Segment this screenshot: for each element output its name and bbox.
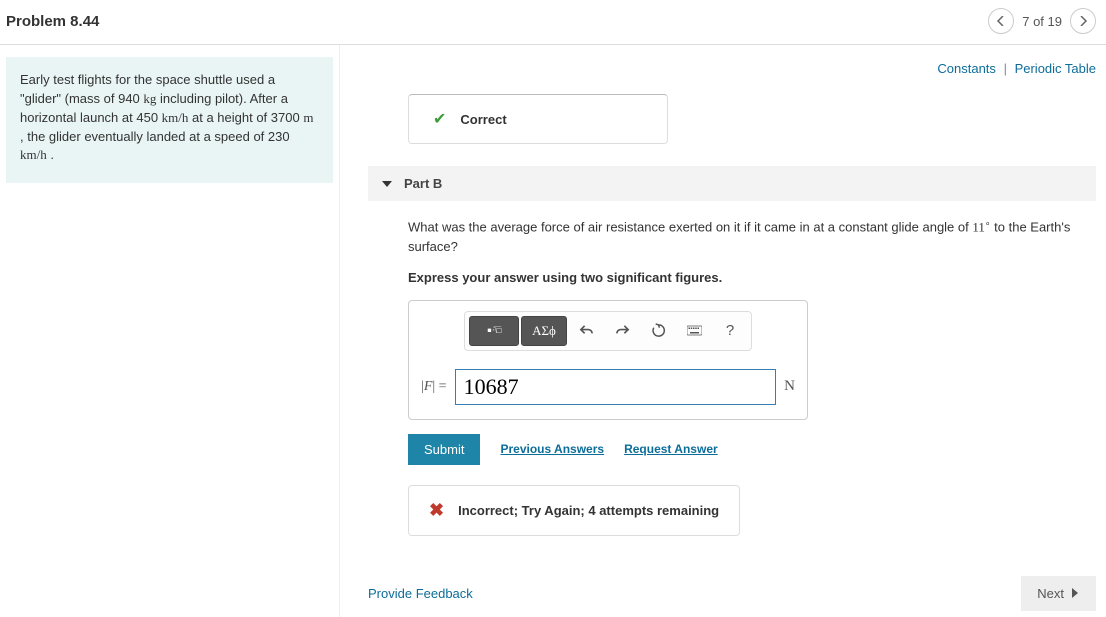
greek-button[interactable]: ΑΣϕ	[521, 316, 567, 346]
redo-button[interactable]	[605, 316, 639, 346]
question-text: What was the average force of air resist…	[408, 217, 1096, 256]
correct-label: Correct	[460, 112, 506, 127]
caret-down-icon	[382, 181, 392, 187]
undo-icon	[579, 323, 594, 338]
variable-label: |F| =	[421, 379, 447, 395]
unit-m: m	[303, 110, 313, 125]
previous-answers-link[interactable]: Previous Answers	[500, 442, 604, 456]
prev-problem-button[interactable]	[988, 8, 1014, 34]
incorrect-label: Incorrect; Try Again; 4 attempts remaini…	[458, 503, 719, 518]
nav-group: 7 of 19	[988, 8, 1096, 34]
page-counter: 7 of 19	[1022, 14, 1062, 29]
input-row: |F| = N	[409, 361, 807, 419]
unit-label: N	[784, 378, 795, 395]
problem-text: at a height of 3700	[188, 110, 303, 125]
submit-button[interactable]: Submit	[408, 434, 480, 465]
page-title: Problem 8.44	[6, 13, 99, 30]
angle-value: 11	[972, 219, 985, 234]
part-b-label: Part B	[404, 176, 442, 191]
svg-text:x: x	[492, 328, 494, 332]
equation-toolbar: x ΑΣϕ	[464, 311, 752, 351]
next-label: Next	[1037, 586, 1064, 601]
toolbar-row: x ΑΣϕ	[409, 301, 807, 361]
provide-feedback-link[interactable]: Provide Feedback	[368, 586, 473, 601]
chevron-right-icon	[1070, 588, 1080, 598]
question-fragment: What was the average force of air resist…	[408, 219, 972, 234]
answer-input[interactable]	[455, 369, 777, 405]
main: Early test flights for the space shuttle…	[0, 45, 1106, 617]
unit-kmh: km/h	[20, 147, 47, 162]
periodic-table-link[interactable]: Periodic Table	[1015, 61, 1096, 76]
next-button[interactable]: Next	[1021, 576, 1096, 611]
instruction-text: Express your answer using two significan…	[408, 268, 1096, 288]
template-icon: x	[487, 323, 502, 338]
problem-text: , the glider eventually landed at a spee…	[20, 129, 290, 144]
redo-icon	[615, 323, 630, 338]
check-icon: ✔	[433, 109, 446, 129]
chevron-left-icon	[996, 16, 1006, 26]
undo-button[interactable]	[569, 316, 603, 346]
keyboard-button[interactable]	[677, 316, 711, 346]
part-b-body: What was the average force of air resist…	[368, 201, 1096, 536]
part-a-status: ✔ Correct	[408, 94, 668, 144]
header: Problem 8.44 7 of 19	[0, 0, 1106, 45]
answer-box: x ΑΣϕ	[408, 300, 808, 420]
chevron-right-icon	[1078, 16, 1088, 26]
reset-button[interactable]	[641, 316, 675, 346]
action-row: Submit Previous Answers Request Answer	[408, 434, 1096, 465]
part-b-header[interactable]: Part B	[368, 166, 1096, 201]
help-button[interactable]: ?	[713, 316, 747, 346]
templates-button[interactable]: x	[469, 316, 519, 346]
footer: Provide Feedback Next	[368, 576, 1096, 617]
reference-links: Constants | Periodic Table	[368, 55, 1096, 94]
keyboard-icon	[687, 323, 702, 338]
separator: |	[1004, 61, 1007, 76]
request-answer-link[interactable]: Request Answer	[624, 442, 718, 456]
unit-kmh: km/h	[162, 110, 189, 125]
right-column: Constants | Periodic Table ✔ Correct Par…	[340, 45, 1106, 617]
reset-icon	[651, 323, 666, 338]
incorrect-status: ✖ Incorrect; Try Again; 4 attempts remai…	[408, 485, 740, 536]
problem-text: .	[47, 147, 54, 162]
next-problem-button[interactable]	[1070, 8, 1096, 34]
unit-kg: kg	[143, 91, 156, 106]
left-column: Early test flights for the space shuttle…	[0, 45, 340, 617]
problem-statement: Early test flights for the space shuttle…	[6, 57, 333, 183]
x-icon: ✖	[429, 500, 444, 521]
constants-link[interactable]: Constants	[937, 61, 996, 76]
